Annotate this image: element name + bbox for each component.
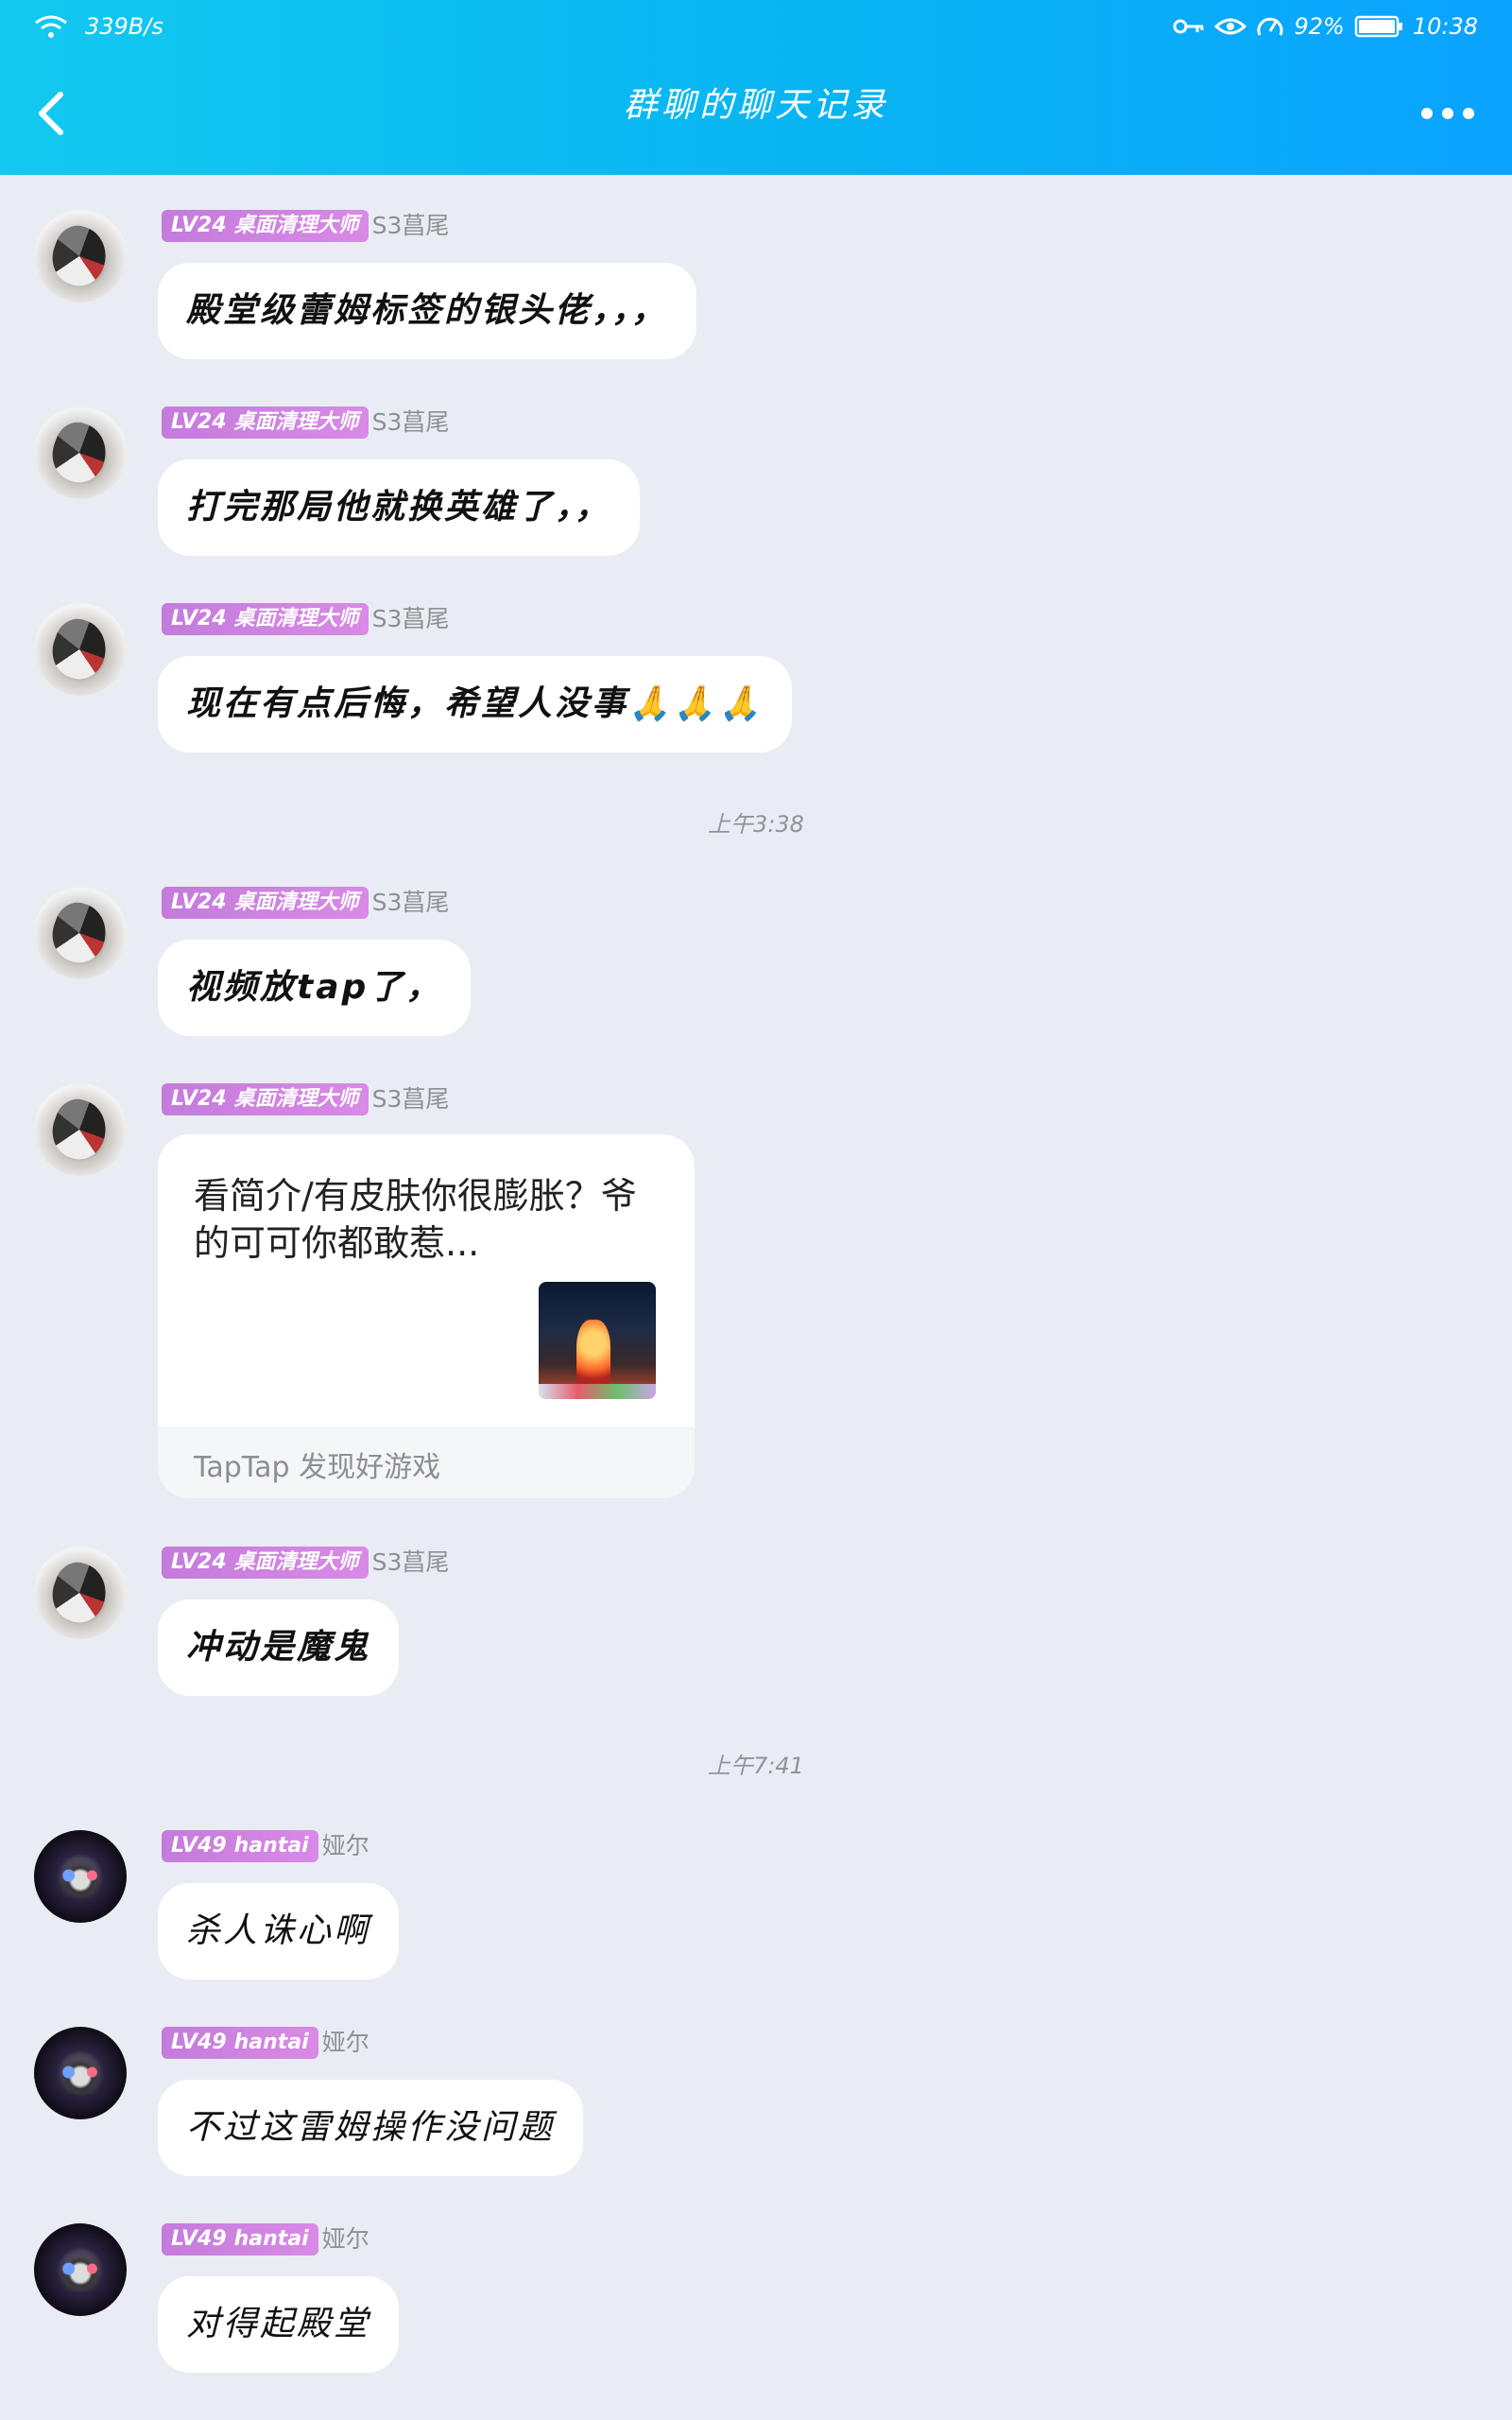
shared-link-card[interactable]: 看简介/有皮肤你很膨胀？爷的可可你都敢惹... TapTap 发现好游戏 [158, 1134, 695, 1498]
level-badge: LV49 hantai [162, 1830, 318, 1862]
level-badge: LV24 桌面清理大师 [162, 603, 369, 635]
sender-meta: LV24 桌面清理大师 S3菖尾 [162, 406, 449, 439]
avatar[interactable] [34, 2027, 127, 2119]
dot-icon [1463, 108, 1474, 119]
card-source: TapTap 发现好游戏 [194, 1451, 441, 1484]
character-figure [576, 1320, 610, 1388]
avatar[interactable] [34, 1547, 127, 1639]
wifi-icon [34, 13, 68, 40]
level-badge: LV24 桌面清理大师 [162, 1083, 369, 1115]
clock: 10:38 [1412, 13, 1478, 40]
sender-nick: 娅尔 [321, 2225, 369, 2253]
card-footer: TapTap 发现好游戏 [158, 1427, 695, 1498]
sender-meta: LV24 桌面清理大师 S3菖尾 [162, 1547, 449, 1579]
page-title: 群聊的聊天记录 [623, 86, 888, 125]
sender-meta: LV49 hantai 娅尔 [162, 1830, 369, 1862]
eye-comfort-icon [1214, 15, 1247, 38]
video-thumbnail [539, 1282, 656, 1399]
sender-nick: S3菖尾 [371, 605, 450, 632]
level-badge: LV24 桌面清理大师 [162, 887, 369, 919]
key-icon [1173, 15, 1205, 38]
message-bubble[interactable]: 打完那局他就换英雄了，， [158, 459, 641, 556]
avatar[interactable] [34, 2223, 127, 2316]
game-ui-bar [539, 1384, 656, 1399]
sender-nick: 娅尔 [321, 2029, 369, 2056]
timestamp: 上午3:38 [708, 811, 804, 838]
speed-icon [1256, 14, 1284, 39]
sender-nick: S3菖尾 [371, 212, 450, 239]
chat-header: 339B/s 92% 10:38 群聊的聊天记录 [0, 0, 1512, 175]
sender-nick: S3菖尾 [371, 1548, 450, 1576]
battery-icon [1354, 14, 1403, 39]
level-badge: LV24 桌面清理大师 [162, 1547, 369, 1579]
level-badge: LV24 桌面清理大师 [162, 406, 369, 439]
status-bar-right: 92% 10:38 [1173, 13, 1478, 40]
message-bubble[interactable]: 不过这雷姆操作没问题 [158, 2080, 584, 2176]
sender-meta: LV49 hantai 娅尔 [162, 2223, 369, 2256]
sender-nick: S3菖尾 [371, 1085, 450, 1113]
message-bubble[interactable]: 现在有点后悔，希望人没事🙏🙏🙏 [158, 656, 793, 752]
sender-meta: LV24 桌面清理大师 S3菖尾 [162, 210, 449, 242]
sender-nick: S3菖尾 [371, 889, 450, 916]
battery-percent: 92% [1294, 13, 1345, 40]
dot-icon [1421, 108, 1433, 119]
sender-meta: LV24 桌面清理大师 S3菖尾 [162, 887, 449, 919]
sender-meta: LV49 hantai 娅尔 [162, 2027, 369, 2059]
message-bubble[interactable]: 冲动是魔鬼 [158, 1599, 400, 1696]
message-bubble[interactable]: 杀人诛心啊 [158, 1883, 400, 1979]
message-bubble[interactable]: 殿堂级蕾姆标签的银头佬，，， [158, 263, 697, 359]
avatar[interactable] [34, 887, 127, 979]
level-badge: LV49 hantai [162, 2223, 318, 2256]
net-speed: 339B/s [85, 13, 163, 40]
sender-meta: LV24 桌面清理大师 S3菖尾 [162, 603, 449, 635]
avatar[interactable] [34, 1083, 127, 1176]
sender-nick: 娅尔 [321, 1832, 369, 1859]
card-title: 看简介/有皮肤你很膨胀？爷的可可你都敢惹... [194, 1175, 637, 1264]
avatar[interactable] [34, 406, 127, 499]
sender-nick: S3菖尾 [371, 408, 450, 436]
sender-meta: LV24 桌面清理大师 S3菖尾 [162, 1083, 449, 1115]
level-badge: LV49 hantai [162, 2027, 318, 2059]
message-bubble[interactable]: 视频放tap了， [158, 940, 472, 1036]
avatar[interactable] [34, 603, 127, 696]
avatar[interactable] [34, 210, 127, 302]
avatar[interactable] [34, 1830, 127, 1923]
dot-icon [1442, 108, 1453, 119]
timestamp: 上午7:41 [708, 1753, 804, 1779]
status-bar-left: 339B/s [34, 13, 163, 40]
level-badge: LV24 桌面清理大师 [162, 210, 369, 242]
more-options-button[interactable] [1421, 102, 1478, 125]
message-bubble[interactable]: 对得起殿堂 [158, 2276, 400, 2373]
